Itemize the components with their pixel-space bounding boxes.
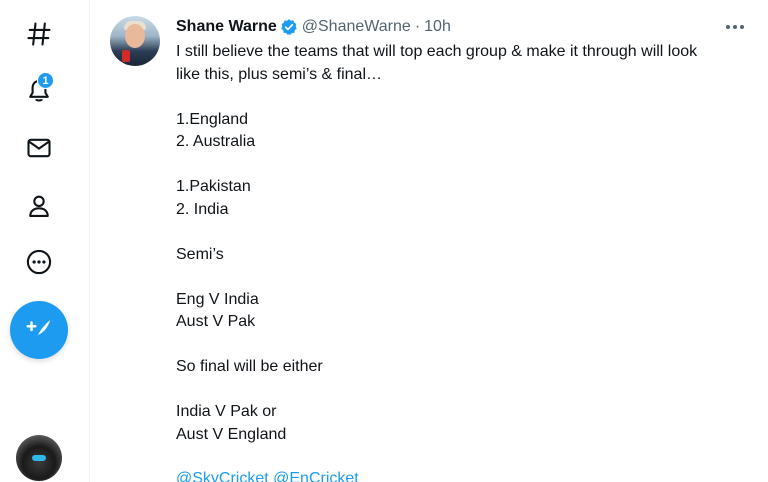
tweet-header: Shane Warne @ShaneWarne · 10h	[176, 17, 451, 37]
author-name[interactable]: Shane Warne	[176, 18, 277, 36]
tweet-text-line: 2. Australia	[176, 133, 256, 150]
tweet-text-line: like this, plus semi’s & final…	[176, 65, 382, 83]
tweet-text-line: I still believe the teams that will top …	[176, 43, 698, 60]
account-avatar[interactable]	[16, 435, 62, 481]
person-icon	[29, 195, 49, 217]
tweet-more-options-button[interactable]	[721, 16, 749, 38]
more-button[interactable]	[14, 237, 64, 287]
tweet-text-line: India V Pak or	[176, 403, 277, 420]
author-handle[interactable]: @ShaneWarne	[302, 18, 411, 36]
compose-tweet-button[interactable]	[10, 301, 68, 359]
more-dot-icon	[740, 25, 744, 29]
hashtag-icon	[27, 22, 51, 46]
author-avatar[interactable]	[110, 16, 160, 66]
tweet-text-line: 1.Pakistan	[176, 178, 251, 195]
mail-icon	[27, 138, 51, 158]
tweet-text-line: Aust V Pak	[176, 313, 256, 330]
tweet-timestamp[interactable]: 10h	[424, 18, 451, 36]
more-circle-icon	[26, 249, 52, 275]
sidebar-nav: 1	[0, 0, 90, 482]
tweet-text-line: 1.England	[176, 110, 249, 128]
notifications-button[interactable]: 1	[14, 66, 64, 116]
tweet-text: I still believe the teams that will top …	[176, 41, 751, 446]
messages-button[interactable]	[14, 123, 64, 173]
tweet-text-line: Semi’s	[176, 245, 224, 263]
explore-button[interactable]	[14, 9, 64, 59]
tweet-text-line: 2. India	[176, 200, 229, 218]
tweet-text-line: Eng V India	[176, 290, 259, 308]
more-dot-icon	[733, 25, 737, 29]
tweet-mentions[interactable]: @SkyCricket @EnCricket	[176, 470, 359, 482]
profile-button[interactable]	[14, 181, 64, 231]
tweet[interactable]: Shane Warne @ShaneWarne · 10h I still be…	[91, 0, 768, 482]
notification-count-badge: 1	[37, 72, 54, 89]
tweet-text-line: Aust V England	[176, 425, 287, 443]
tweet-text-line: So final will be either	[176, 358, 323, 375]
more-dot-icon	[726, 25, 730, 29]
compose-icon	[26, 320, 51, 342]
verified-badge-icon	[281, 19, 297, 35]
separator-dot: ·	[414, 18, 421, 35]
